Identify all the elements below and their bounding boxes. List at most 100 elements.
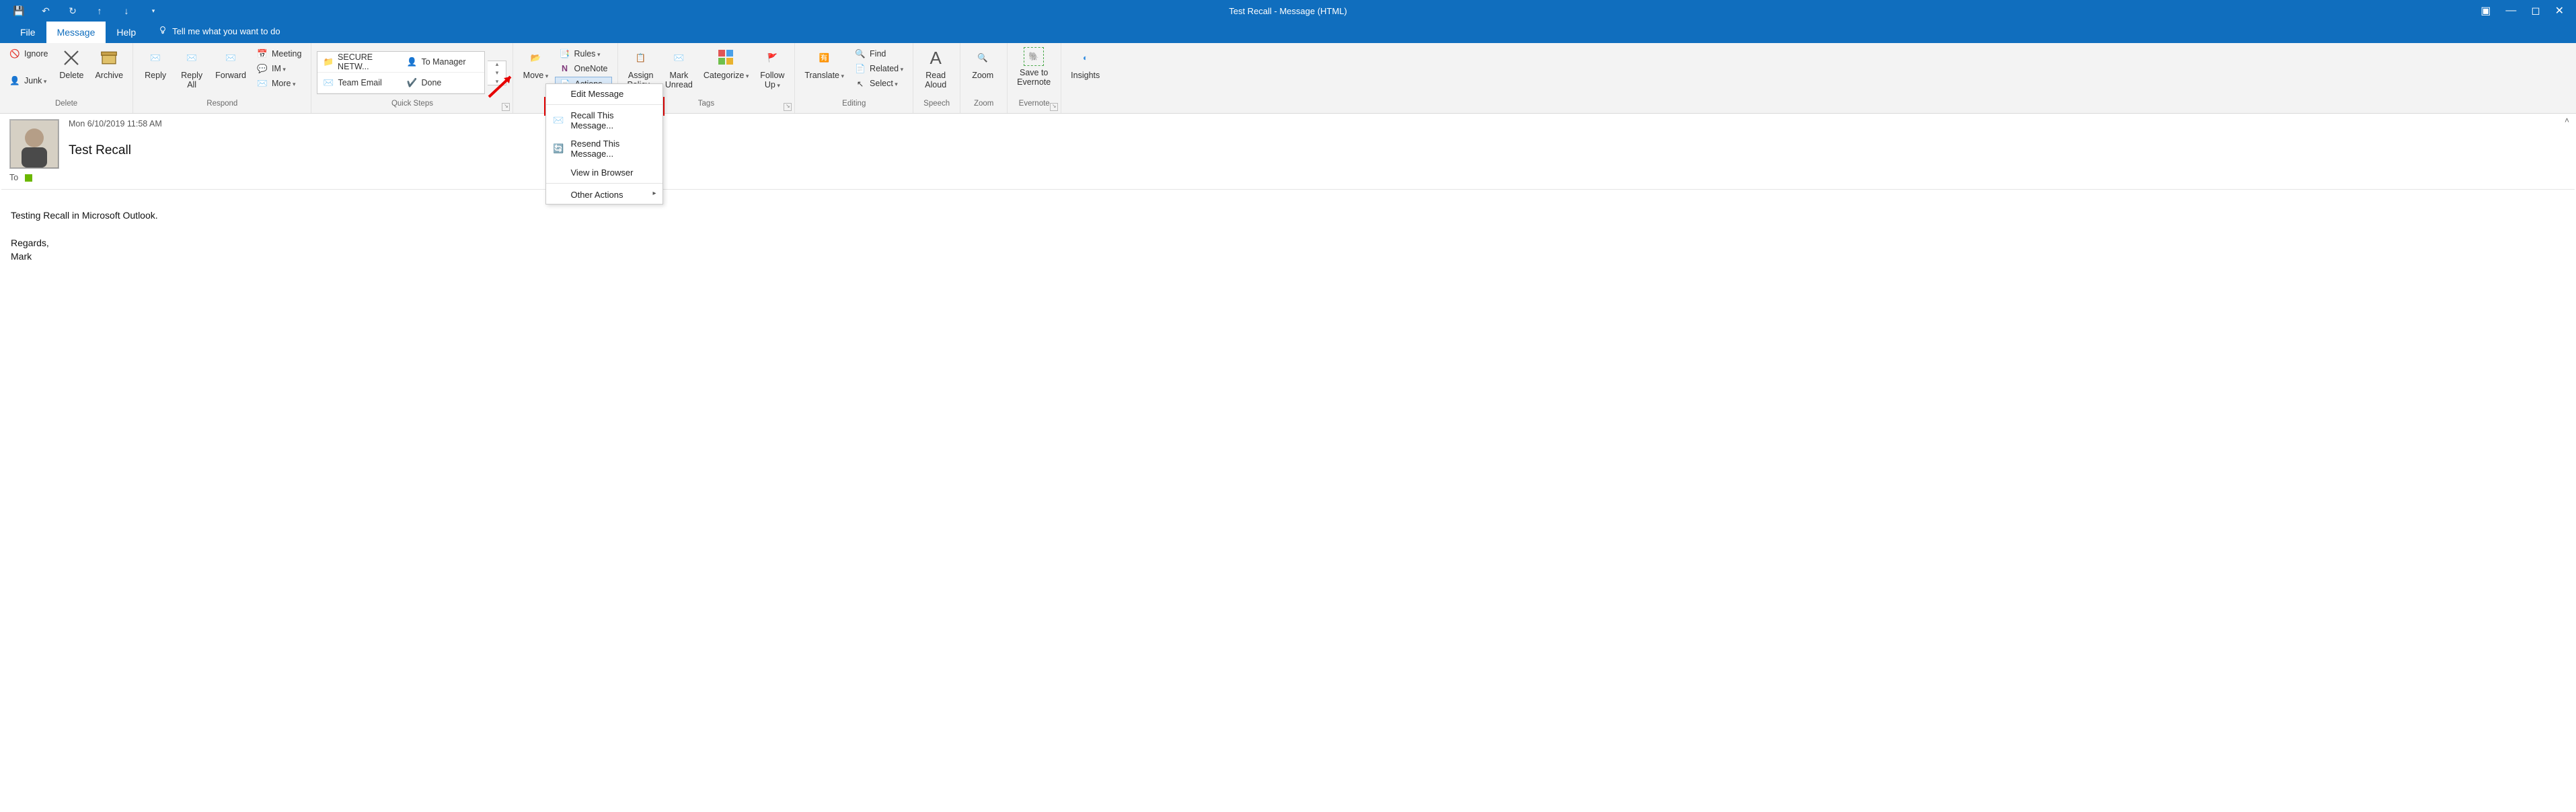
qat-customize-icon[interactable]: ▾ (148, 5, 159, 16)
rules-label: Rules (574, 49, 600, 59)
qs-secure[interactable]: 📁SECURE NETW... (317, 52, 401, 73)
more-respond-label: More (272, 79, 296, 88)
up-arrow-icon[interactable]: ↑ (94, 5, 105, 16)
menu-view-label: View in Browser (570, 168, 633, 178)
junk-button[interactable]: 👤Junk (5, 74, 52, 87)
undo-icon[interactable]: ↶ (40, 5, 51, 16)
find-button[interactable]: 🔍Find (851, 47, 907, 61)
categorize-icon (716, 47, 737, 69)
onenote-button[interactable]: NOneNote (555, 62, 611, 75)
menu-separator (546, 104, 662, 105)
quick-steps-expand[interactable]: ▴▾▾ (488, 61, 506, 85)
menu-other-actions[interactable]: Other Actions (546, 185, 662, 204)
tell-me-label: Tell me what you want to do (172, 26, 280, 36)
save-evernote-button[interactable]: 🐘Save to Evernote (1013, 46, 1055, 89)
ribbon: 🚫Ignore 👤Junk Delete Archive Delete ✉️Re… (0, 43, 2576, 114)
group-editing-label: Editing (795, 100, 913, 113)
insights-button[interactable]: ◐Insights (1067, 46, 1104, 81)
related-label: Related (870, 64, 903, 73)
evernote-launcher[interactable]: ↘ (1050, 103, 1058, 111)
tab-message[interactable]: Message (46, 22, 106, 43)
tags-launcher[interactable]: ↘ (784, 103, 792, 111)
read-aloud-icon: A (925, 47, 946, 69)
save-icon[interactable]: 💾 (13, 5, 24, 16)
to-label: To (9, 173, 18, 182)
menu-resend-label: Resend This Message... (570, 139, 656, 159)
tab-help[interactable]: Help (106, 22, 147, 43)
quick-access-toolbar: 💾 ↶ ↻ ↑ ↓ ▾ (0, 5, 159, 16)
qs-done[interactable]: ✔️Done (401, 73, 484, 94)
mark-unread-icon: ✉️ (668, 47, 689, 69)
move-button[interactable]: 📂Move (519, 46, 552, 81)
read-aloud-button[interactable]: ARead Aloud (919, 46, 952, 91)
select-button[interactable]: ↖Select (851, 77, 907, 90)
forward-label: Forward (215, 71, 246, 80)
quick-steps-launcher[interactable]: ↘ (502, 103, 510, 111)
delete-label: Delete (59, 71, 83, 80)
forward-button[interactable]: ✉️Forward (211, 46, 250, 81)
archive-icon (98, 47, 120, 69)
menu-other-label: Other Actions (570, 190, 623, 200)
rules-button[interactable]: 📑 Rules (555, 47, 611, 61)
junk-icon: 👤 (9, 75, 20, 86)
recall-icon: ✉️ (553, 115, 564, 126)
close-icon[interactable]: ✕ (2555, 4, 2564, 17)
minimize-icon[interactable]: — (2505, 5, 2516, 17)
rules-icon: 📑 (559, 48, 570, 59)
ribbon-display-icon[interactable]: ▣ (2480, 4, 2491, 17)
menu-view-in-browser[interactable]: View in Browser (546, 163, 662, 182)
to-line: To (0, 172, 2576, 189)
ignore-icon: 🚫 (9, 48, 20, 59)
meeting-icon: 📅 (257, 48, 268, 59)
follow-up-button[interactable]: 🚩Follow Up (755, 46, 789, 91)
group-respond: ✉️Reply ✉️Reply All ✉️Forward 📅Meeting 💬… (133, 43, 311, 113)
group-evernote: 🐘Save to Evernote Evernote ↘ (1008, 43, 1061, 113)
ignore-button[interactable]: 🚫Ignore (5, 47, 52, 61)
redo-icon[interactable]: ↻ (67, 5, 78, 16)
translate-button[interactable]: 🈶Translate (800, 46, 848, 81)
tell-me-search[interactable]: Tell me what you want to do (147, 20, 291, 43)
zoom-button[interactable]: 🔍Zoom (966, 46, 999, 81)
qs-team-label: Team Email (338, 78, 381, 87)
reply-all-icon: ✉️ (181, 47, 202, 69)
menu-resend-message[interactable]: 🔄Resend This Message... (546, 135, 662, 163)
blank-icon (553, 88, 564, 99)
collapse-header-icon[interactable]: ˄ (2565, 116, 2569, 125)
related-button[interactable]: 📄Related (851, 62, 907, 75)
find-icon: 🔍 (855, 48, 866, 59)
body-line: Testing Recall in Microsoft Outlook. (11, 209, 2565, 222)
window-title: Test Recall - Message (HTML) (1229, 6, 1347, 16)
menu-recall-label: Recall This Message... (570, 110, 656, 131)
mark-unread-button[interactable]: ✉️Mark Unread (661, 46, 697, 91)
maximize-icon[interactable]: ◻ (2531, 4, 2540, 17)
assign-policy-icon: 📋 (630, 47, 652, 69)
actions-menu: Edit Message ✉️ Recall This Message... 🔄R… (545, 83, 663, 205)
qs-to-manager[interactable]: 👤To Manager (401, 52, 484, 73)
done-icon: ✔️ (406, 77, 417, 88)
down-arrow-icon[interactable]: ↓ (121, 5, 132, 16)
meeting-button[interactable]: 📅Meeting (253, 47, 305, 61)
reply-all-button[interactable]: ✉️Reply All (175, 46, 209, 91)
qs-to-manager-label: To Manager (421, 57, 465, 67)
quick-steps-gallery[interactable]: 📁SECURE NETW... 👤To Manager ✉️Team Email… (317, 51, 485, 94)
delete-button[interactable]: Delete (54, 46, 88, 81)
group-insights-label (1061, 100, 1115, 113)
qs-secure-label: SECURE NETW... (338, 52, 395, 71)
group-delete-label: Delete (0, 100, 132, 113)
more-respond-button[interactable]: ✉️More (253, 77, 305, 90)
menu-recall-message[interactable]: ✉️ Recall This Message... (546, 106, 662, 135)
zoom-icon: 🔍 (972, 47, 993, 69)
body-line: Regards, (11, 236, 2565, 250)
menu-separator (546, 183, 662, 184)
menu-edit-message[interactable]: Edit Message (546, 84, 662, 103)
message-header: Mon 6/10/2019 11:58 AM Test Recall (0, 114, 2576, 172)
tab-file[interactable]: File (9, 22, 46, 43)
group-speech: ARead Aloud Speech (913, 43, 960, 113)
qs-team-email[interactable]: ✉️Team Email (317, 73, 401, 94)
move-label: Move (523, 71, 549, 80)
reply-button[interactable]: ✉️Reply (139, 46, 172, 81)
im-button[interactable]: 💬IM (253, 62, 305, 75)
archive-button[interactable]: Archive (91, 46, 127, 81)
group-editing: 🈶Translate 🔍Find 📄Related ↖Select Editin… (795, 43, 913, 113)
categorize-button[interactable]: Categorize (699, 46, 753, 81)
